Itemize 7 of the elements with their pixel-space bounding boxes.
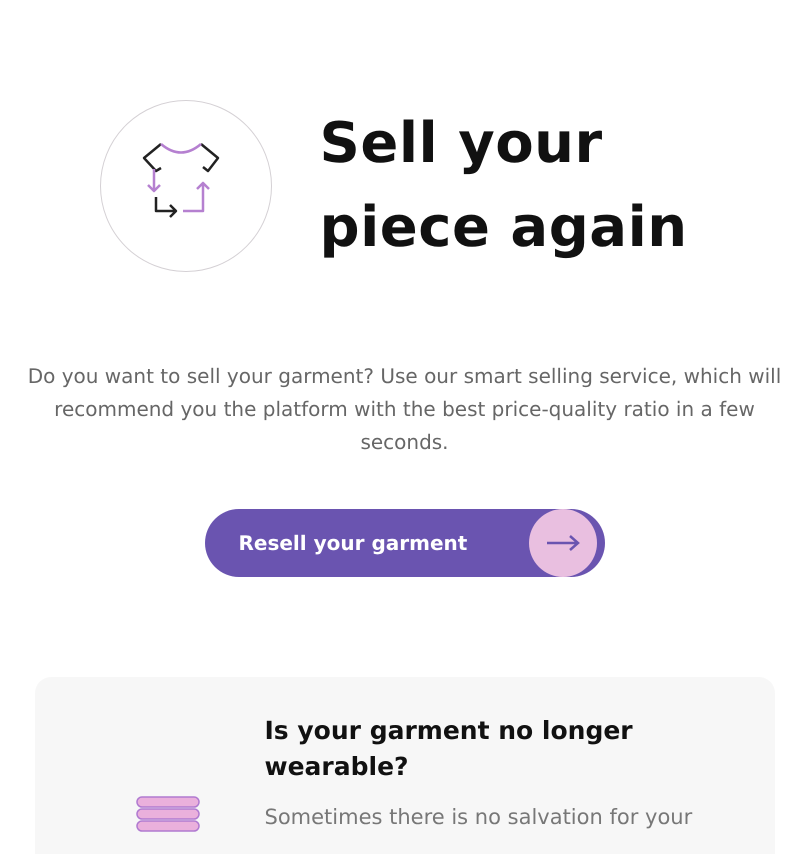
resell-button[interactable]: Resell your garment xyxy=(204,509,604,577)
folded-clothes-icon xyxy=(134,795,200,835)
card-title: Is your garment no longer wearable? xyxy=(264,715,634,783)
page-title: Sell your piece again xyxy=(320,110,688,262)
arrow-right-icon xyxy=(546,534,580,552)
card-text: Sometimes there is no salvation for your xyxy=(264,805,694,829)
description-text: Do you want to sell your garment? Use our smart selling service, which will recommend you the platform with the best price-quality ratio in a few seconds. xyxy=(26,363,782,456)
